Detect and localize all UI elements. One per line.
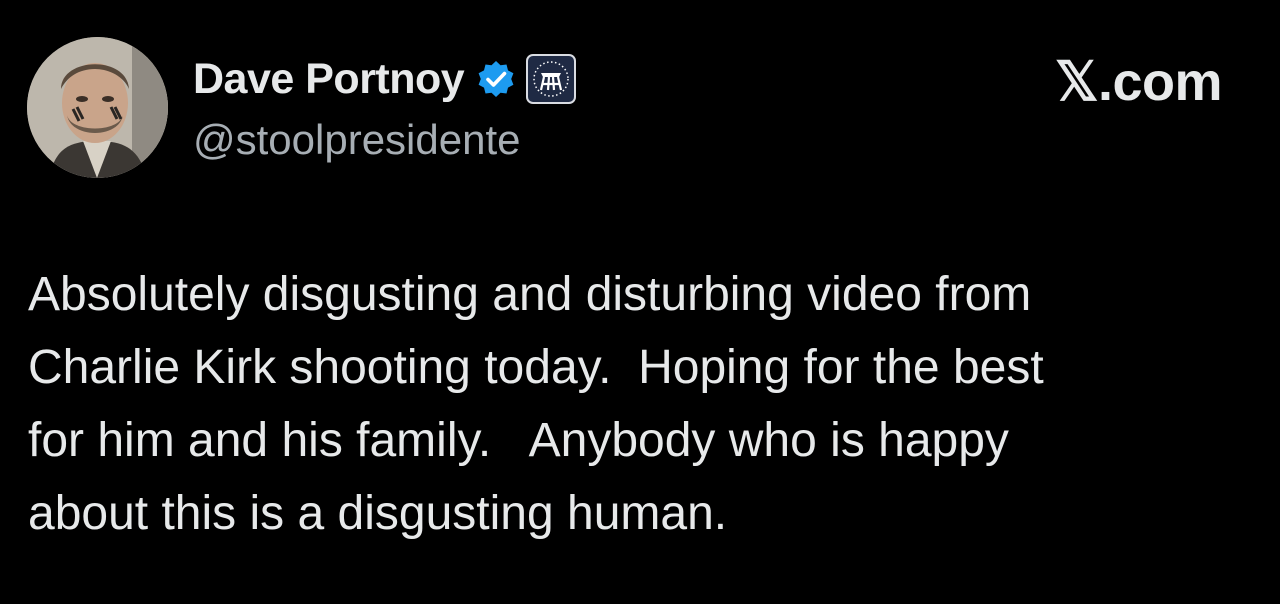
tweet-text-line: about this is a disgusting human. [28, 487, 728, 540]
avatar-photo-icon [27, 37, 168, 178]
barstool-logo-icon[interactable] [526, 54, 577, 104]
avatar[interactable] [27, 37, 168, 178]
verified-badge-icon [476, 59, 516, 99]
display-name[interactable]: Dave Portnoy [193, 55, 465, 104]
user-handle[interactable]: @stoolpresidente [193, 116, 576, 164]
tweet-text: Absolutely disgusting and disturbing vid… [28, 258, 1228, 550]
tweet-card: Dave Portnoy @stoolpresidente 𝕏.com Abso… [0, 0, 1280, 604]
author-header: Dave Portnoy @stoolpresidente [193, 52, 577, 164]
tweet-text-line: Absolutely disgusting and disturbing vid… [28, 268, 1032, 321]
tweet-text-line: for him and his family. Anybody who is h… [28, 414, 1009, 467]
tweet-text-line: Charlie Kirk shooting today. Hoping for … [28, 341, 1044, 394]
site-label: 𝕏.com [1054, 52, 1223, 112]
name-row: Dave Portnoy [193, 52, 577, 106]
